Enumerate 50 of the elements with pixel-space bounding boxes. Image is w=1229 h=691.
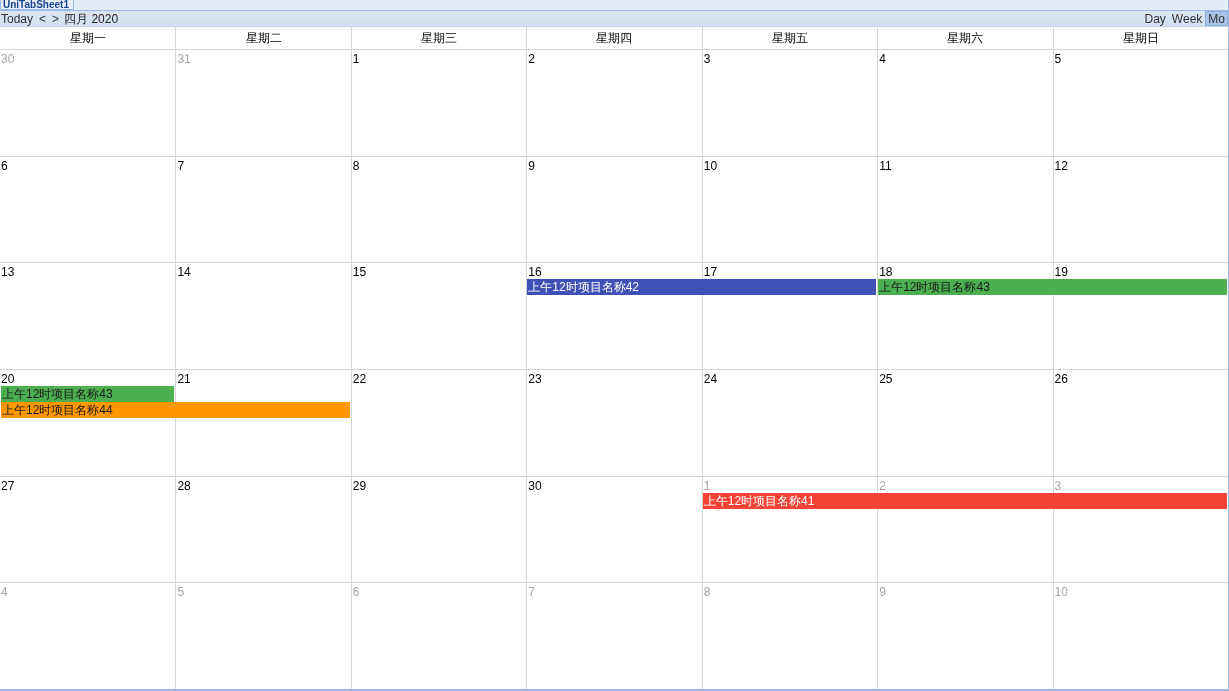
day-number[interactable]: 17	[702, 264, 718, 281]
view-tab[interactable]: Mo	[1205, 11, 1228, 26]
next-button[interactable]: >	[49, 11, 63, 26]
day-number[interactable]: 9	[527, 157, 535, 174]
day-number[interactable]: 4	[878, 51, 886, 67]
day-number[interactable]: 23	[527, 371, 542, 387]
day-number[interactable]: 18	[878, 264, 893, 281]
day-number[interactable]: 15	[351, 264, 367, 281]
day-number[interactable]: 22	[351, 371, 367, 387]
event-bar[interactable]: 上午12时项目名称42	[527, 279, 877, 296]
event-bar[interactable]: 上午12时项目名称41	[702, 492, 1227, 509]
event-bar[interactable]: 上午12时项目名称43	[878, 279, 1227, 296]
weekday-header: 星期六	[947, 29, 984, 47]
day-number[interactable]: 6	[0, 157, 8, 174]
day-number[interactable]: 26	[1053, 371, 1068, 387]
day-number[interactable]: 2	[527, 51, 535, 67]
weekday-header: 星期二	[245, 29, 282, 47]
previous-button[interactable]: <	[36, 11, 50, 26]
day-number[interactable]: 8	[351, 157, 360, 174]
day-number[interactable]: 1	[351, 51, 360, 67]
event-bar[interactable]: 上午12时项目名称43	[1, 386, 175, 402]
day-number[interactable]: 20	[0, 371, 15, 387]
day-number[interactable]: 29	[351, 477, 367, 494]
day-number[interactable]: 12	[1053, 157, 1068, 174]
day-number[interactable]: 7	[176, 157, 185, 174]
day-number[interactable]: 21	[176, 371, 191, 387]
weekday-header: 星期一	[69, 29, 106, 47]
day-number[interactable]: 25	[878, 371, 893, 387]
weekday-header: 星期五	[771, 29, 808, 47]
view-tab[interactable]: Day	[1141, 11, 1169, 26]
weekday-header: 星期四	[596, 29, 633, 47]
view-tab[interactable]: Week	[1168, 11, 1206, 26]
day-number[interactable]: 19	[1053, 264, 1068, 281]
day-number[interactable]: 24	[702, 371, 718, 387]
weekday-header: 星期三	[421, 29, 458, 47]
month-label: 四月 2020	[63, 11, 120, 26]
day-number[interactable]: 14	[176, 264, 191, 281]
day-number[interactable]: 16	[527, 264, 542, 281]
day-number[interactable]: 27	[0, 477, 15, 494]
event-bar[interactable]: 上午12时项目名称44	[1, 402, 350, 418]
day-number[interactable]: 30	[527, 477, 542, 494]
day-number[interactable]: 11	[878, 157, 892, 174]
today-button[interactable]: Today	[0, 11, 37, 26]
day-number[interactable]: 3	[702, 51, 711, 67]
weekday-header: 星期日	[1122, 29, 1159, 47]
tab[interactable]: UniTabSheet1	[0, 0, 74, 10]
day-number[interactable]: 13	[0, 264, 15, 281]
day-number[interactable]: 28	[176, 477, 191, 494]
day-number[interactable]: 10	[702, 157, 718, 174]
day-number[interactable]: 5	[1053, 51, 1062, 67]
